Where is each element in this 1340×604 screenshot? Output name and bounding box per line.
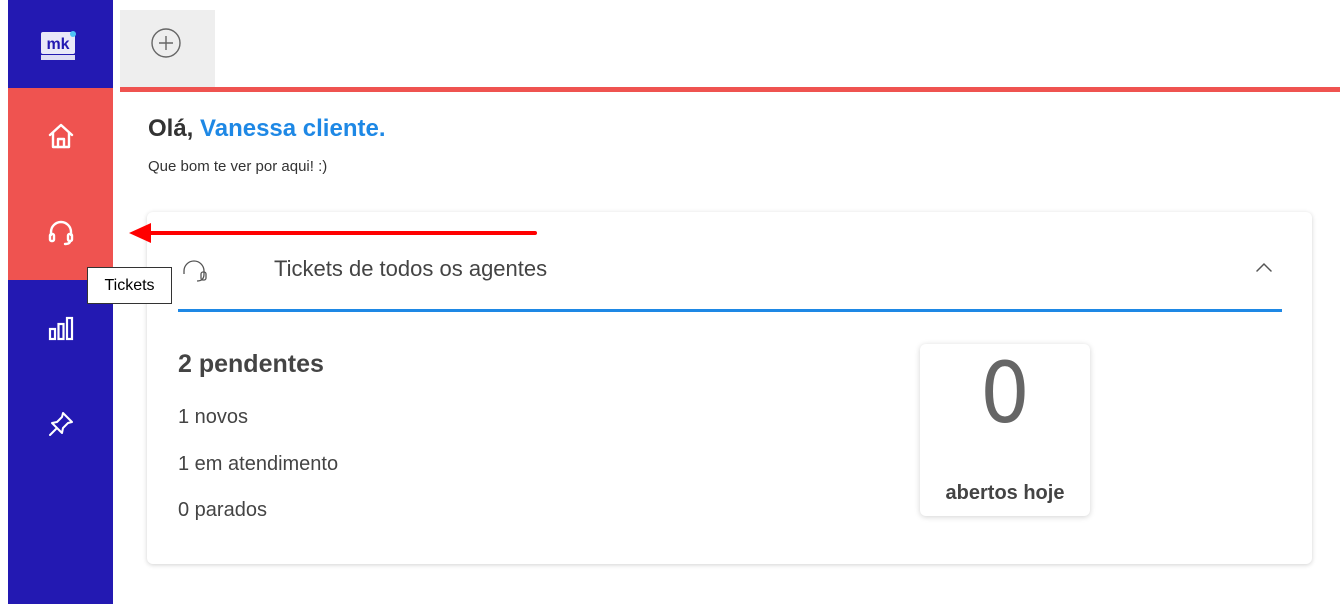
plus-circle-icon — [150, 27, 182, 64]
stat-new: 1 novos — [178, 406, 249, 428]
bar-chart-icon — [47, 314, 75, 342]
sidebar-item-pinned[interactable] — [8, 376, 113, 472]
tooltip: Tickets — [87, 267, 172, 304]
svg-text:mk: mk — [46, 36, 69, 53]
sidebar-item-home[interactable] — [8, 88, 113, 184]
greeting: Olá, Vanessa cliente. — [148, 115, 385, 143]
stat-in-progress: 1 em atendimento — [178, 453, 339, 475]
tab-underline — [120, 87, 1340, 92]
chevron-up-icon[interactable] — [1254, 260, 1274, 279]
headset-icon — [47, 218, 75, 246]
brand-logo[interactable]: mk — [40, 28, 78, 64]
user-name: Vanessa cliente. — [200, 115, 386, 142]
greeting-subtitle: Que bom te ver por aqui! :) — [148, 158, 328, 175]
greeting-prefix: Olá, — [148, 115, 201, 142]
tickets-card: Tickets de todos os agentes 2 pendentes … — [147, 212, 1312, 564]
home-icon — [47, 122, 75, 150]
new-tab-button[interactable] — [120, 10, 215, 87]
opened-today-box: 0 abertos hoje — [920, 344, 1090, 516]
stat-stalled: 0 parados — [178, 499, 267, 521]
pending-title: 2 pendentes — [178, 350, 324, 378]
sidebar-item-tickets[interactable] — [8, 184, 113, 280]
card-divider — [178, 309, 1282, 312]
card-title[interactable]: Tickets de todos os agentes — [274, 256, 547, 282]
opened-today-label: abertos hoje — [945, 482, 1065, 504]
annotation-arrow-icon — [125, 220, 540, 251]
headset-icon — [177, 254, 211, 293]
opened-today-count: 0 — [980, 345, 1030, 443]
pin-icon — [47, 410, 75, 438]
